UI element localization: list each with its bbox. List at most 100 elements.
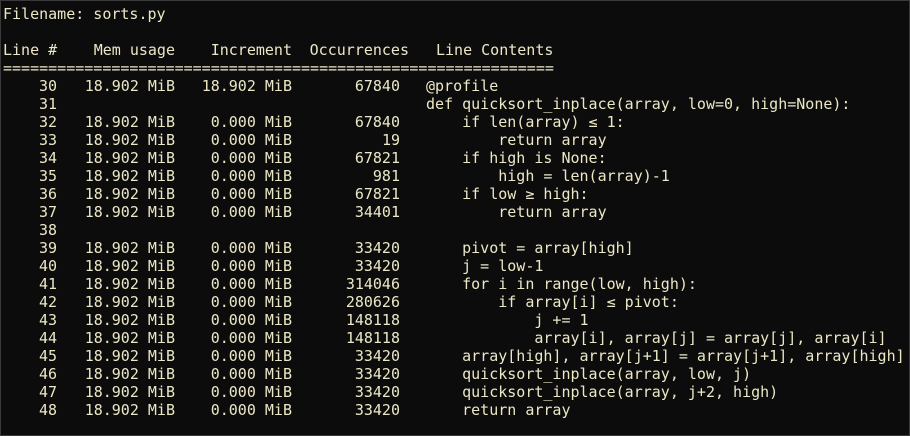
table-row: 32 18.902 MiB 0.000 MiB 67840 if len(array)… [3,113,909,131]
increment-cell: 0.000 MiB [210,131,292,149]
occurrences-cell: 148118 [345,311,400,329]
table-row: 43 18.902 MiB 0.000 MiB 148118 j += 1 [3,311,909,329]
increment-cell: 0.000 MiB [210,275,292,293]
occurrences-cell: 33420 [354,383,400,401]
increment-cell: 0.000 MiB [210,167,292,185]
occurrences-cell: 33420 [354,239,400,257]
line-contents-cell: j += 1 [426,311,589,329]
mem-usage-cell: 18.902 MiB [84,401,175,419]
increment-cell: 0.000 MiB [210,329,292,347]
increment-cell: 0.000 MiB [210,401,292,419]
table-row: 36 18.902 MiB 0.000 MiB 67821 if low ≥ high… [3,185,909,203]
line-number-cell: 39 [38,239,57,257]
mem-usage-cell: 18.902 MiB [84,167,175,185]
line-number-cell: 46 [38,365,57,383]
mem-usage-cell: 18.902 MiB [84,77,175,95]
line-number-cell: 43 [38,311,57,329]
occurrences-cell: 67840 [354,113,400,131]
increment-cell: 0.000 MiB [210,113,292,131]
line-contents-cell: pivot = array[high] [426,239,634,257]
table-row: 38 [3,221,909,239]
line-contents-cell: for i in range(low, high): [426,275,697,293]
line-number-cell: 47 [38,383,57,401]
line-number-cell: 45 [38,347,57,365]
table-row: 39 18.902 MiB 0.000 MiB 33420 pivot = array… [3,239,909,257]
mem-usage-cell: 18.902 MiB [84,329,175,347]
line-contents-cell: quicksort_inplace(array, low, j) [426,365,752,383]
increment-cell: 0.000 MiB [210,185,292,203]
occurrences-cell: 33420 [354,365,400,383]
mem-usage-cell: 18.902 MiB [84,347,175,365]
line-contents-cell: if high is None: [426,149,607,167]
mem-usage-cell: 18.902 MiB [84,383,175,401]
mem-usage-cell: 18.902 MiB [84,257,175,275]
terminal-window[interactable]: Filename: sorts.py Line # Mem usage Increm… [0,0,910,436]
header-mem-usage: Mem usage [93,41,175,59]
separator-line: ========================================… [3,59,554,77]
occurrences-cell: 67821 [354,185,400,203]
line-contents-cell: return array [426,131,607,149]
line-contents-cell: if array[i] ≤ pivot: [426,293,679,311]
table-row: 33 18.902 MiB 0.000 MiB 19 return array [3,131,909,149]
header-occurrences: Occurrences [309,41,409,59]
increment-cell: 0.000 MiB [210,239,292,257]
increment-cell: 0.000 MiB [210,293,292,311]
filename-line: Filename: sorts.py [3,5,166,23]
increment-cell: 0.000 MiB [210,149,292,167]
table-row: 44 18.902 MiB 0.000 MiB 148118 array[i], ar… [3,329,909,347]
occurrences-cell: 19 [381,131,400,149]
line-number-cell: 34 [38,149,57,167]
line-contents-cell: return array [426,401,571,419]
occurrences-cell: 981 [372,167,400,185]
occurrences-cell: 34401 [354,203,400,221]
profile-table-body: 30 18.902 MiB 18.902 MiB 67840 @profile 31 def… [3,77,909,419]
line-number-cell: 32 [38,113,57,131]
table-row: 37 18.902 MiB 0.000 MiB 34401 return array [3,203,909,221]
occurrences-cell: 280626 [345,293,400,311]
line-contents-cell: j = low-1 [426,257,544,275]
occurrences-cell: 33420 [354,347,400,365]
table-header: Line # Mem usage Increment Occurrences Line … [3,41,909,59]
increment-cell: 0.000 MiB [210,365,292,383]
table-row: 47 18.902 MiB 0.000 MiB 33420 quicksort_inp… [3,383,909,401]
occurrences-cell: 67840 [354,77,400,95]
line-contents-cell: if len(array) ≤ 1: [426,113,625,131]
table-row: 42 18.902 MiB 0.000 MiB 280626 if array[i] … [3,293,909,311]
mem-usage-cell: 18.902 MiB [84,293,175,311]
table-row: 46 18.902 MiB 0.000 MiB 33420 quicksort_inp… [3,365,909,383]
table-row: 40 18.902 MiB 0.000 MiB 33420 j = low-1 [3,257,909,275]
line-number-cell: 35 [38,167,57,185]
line-contents-cell: high = len(array)-1 [426,167,670,185]
increment-cell: 0.000 MiB [210,311,292,329]
table-row: 41 18.902 MiB 0.000 MiB 314046 for i in ran… [3,275,909,293]
header-increment: Increment [210,41,292,59]
table-row: 30 18.902 MiB 18.902 MiB 67840 @profile [3,77,909,95]
increment-cell: 0.000 MiB [210,383,292,401]
occurrences-cell: 33420 [354,401,400,419]
table-row: 48 18.902 MiB 0.000 MiB 33420 return array [3,401,909,419]
line-contents-cell: return array [426,203,607,221]
increment-cell: 0.000 MiB [210,203,292,221]
table-row: 34 18.902 MiB 0.000 MiB 67821 if high is No… [3,149,909,167]
line-contents-cell: @profile [426,77,499,95]
line-number-cell: 48 [38,401,57,419]
table-row: 35 18.902 MiB 0.000 MiB 981 high = len(arra… [3,167,909,185]
line-number-cell: 38 [38,221,57,239]
mem-usage-cell: 18.902 MiB [84,365,175,383]
line-number-cell: 36 [38,185,57,203]
mem-usage-cell: 18.902 MiB [84,203,175,221]
line-contents-cell: quicksort_inplace(array, j+2, high) [426,383,779,401]
line-contents-cell: def quicksort_inplace(array, low=0, high… [426,95,851,113]
line-number-cell: 40 [38,257,57,275]
mem-usage-cell: 18.902 MiB [84,311,175,329]
increment-cell: 0.000 MiB [210,347,292,365]
increment-cell: 0.000 MiB [210,257,292,275]
line-number-cell: 30 [38,77,57,95]
mem-usage-cell: 18.902 MiB [84,131,175,149]
table-row: 45 18.902 MiB 0.000 MiB 33420 array[high], … [3,347,909,365]
line-contents-cell: if low ≥ high: [426,185,589,203]
mem-usage-cell: 18.902 MiB [84,185,175,203]
line-number-cell: 33 [38,131,57,149]
mem-usage-cell: 18.902 MiB [84,275,175,293]
header-line-contents: Line Contents [436,41,554,59]
